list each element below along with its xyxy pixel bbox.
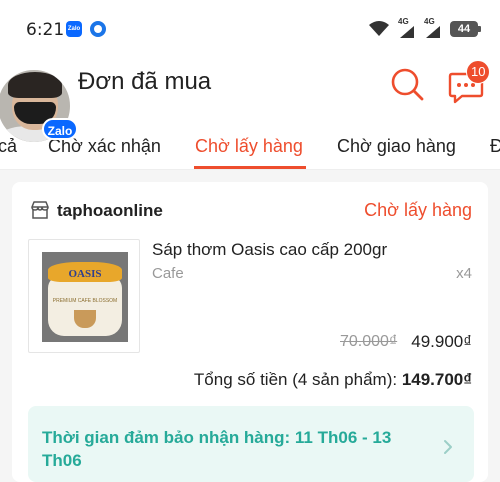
shop-icon	[30, 201, 50, 219]
product-image-brand: OASIS	[68, 268, 102, 280]
status-indicators: 4G 4G 44	[368, 17, 481, 40]
delivery-guarantee-text: Thời gian đảm bảo nhận hàng: 11 Th06 - 1…	[42, 428, 392, 470]
shop-name[interactable]: taphoaonline	[57, 201, 163, 221]
product-variant: Cafe	[152, 265, 184, 282]
zalo-notification-icon: Zalo	[66, 21, 82, 37]
original-price: 70.000₫	[340, 333, 398, 350]
tab-pending-pickup[interactable]: Chờ lấy hàng	[195, 136, 303, 157]
product-name[interactable]: Sáp thơm Oasis cao cấp 200gr	[152, 240, 387, 260]
messenger-notification-icon	[90, 21, 106, 37]
battery-icon: 44	[450, 21, 481, 37]
product-image[interactable]: PREMIUM CAFE BLOSSOM OASIS	[28, 239, 140, 353]
signal-icon: 4G	[424, 17, 442, 39]
status-bar: 6:21 Zalo 4G 4G 44	[0, 0, 500, 58]
page-title: Đơn đã mua	[78, 68, 212, 95]
active-tab-indicator	[194, 166, 306, 169]
zalo-badge: Zalo	[42, 118, 78, 140]
total-amount: 149.700₫	[401, 370, 472, 389]
sale-price: 49.900₫	[411, 332, 472, 351]
search-icon[interactable]	[390, 67, 424, 101]
tab-delivered[interactable]: Đ	[490, 136, 500, 157]
total-label: Tổng số tiền (4 sản phẩm):	[193, 370, 402, 389]
status-time: 6:21	[26, 20, 65, 40]
tab-in-delivery[interactable]: Chờ giao hàng	[337, 136, 456, 157]
product-image-subtext: PREMIUM CAFE BLOSSOM	[52, 298, 118, 304]
signal-icon: 4G	[398, 17, 416, 39]
chevron-right-icon[interactable]	[442, 438, 454, 456]
app-header	[0, 58, 500, 116]
order-status: Chờ lấy hàng	[364, 200, 472, 220]
order-total: Tổng số tiền (4 sản phẩm): 149.700₫	[194, 370, 472, 390]
product-quantity: x4	[456, 265, 472, 282]
wifi-icon	[368, 20, 390, 38]
